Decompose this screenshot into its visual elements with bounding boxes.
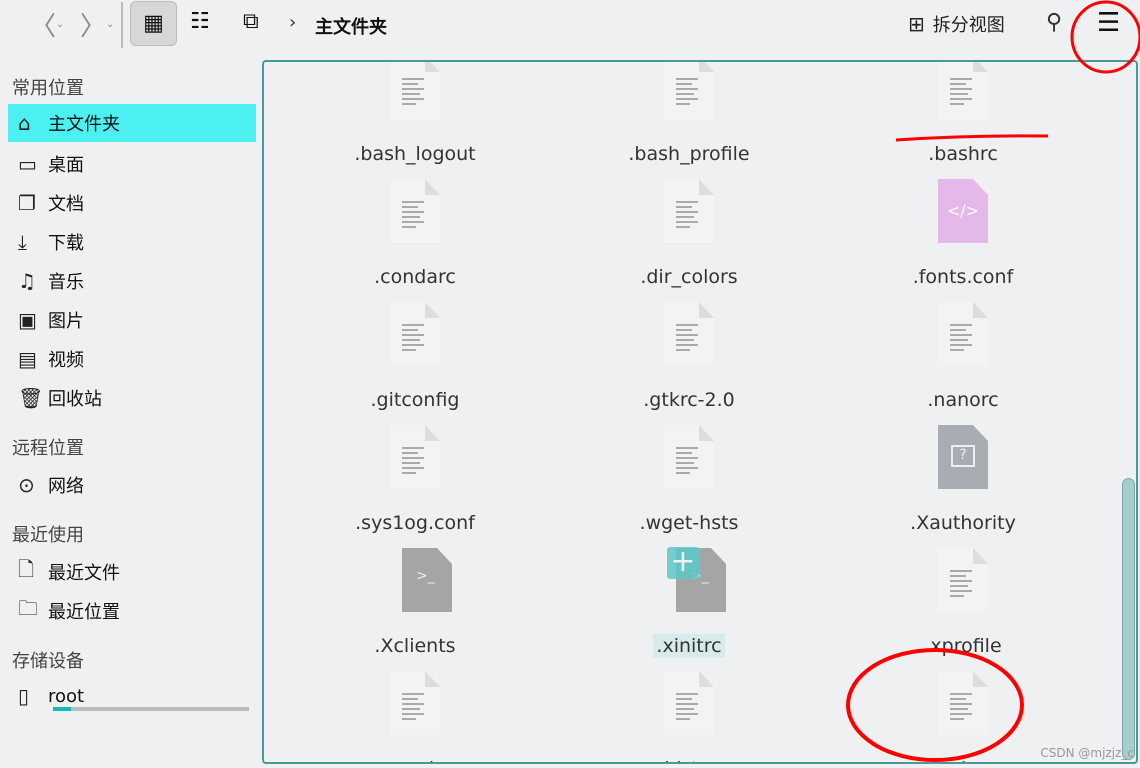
annotation-circle-menu — [1070, 0, 1140, 74]
red-annotations — [846, 0, 1140, 762]
annotation-circle-zshrc — [846, 648, 1024, 762]
watermark: CSDN @mjzjz_c — [1040, 746, 1134, 760]
annotation-underline-bashrc — [895, 134, 1049, 142]
